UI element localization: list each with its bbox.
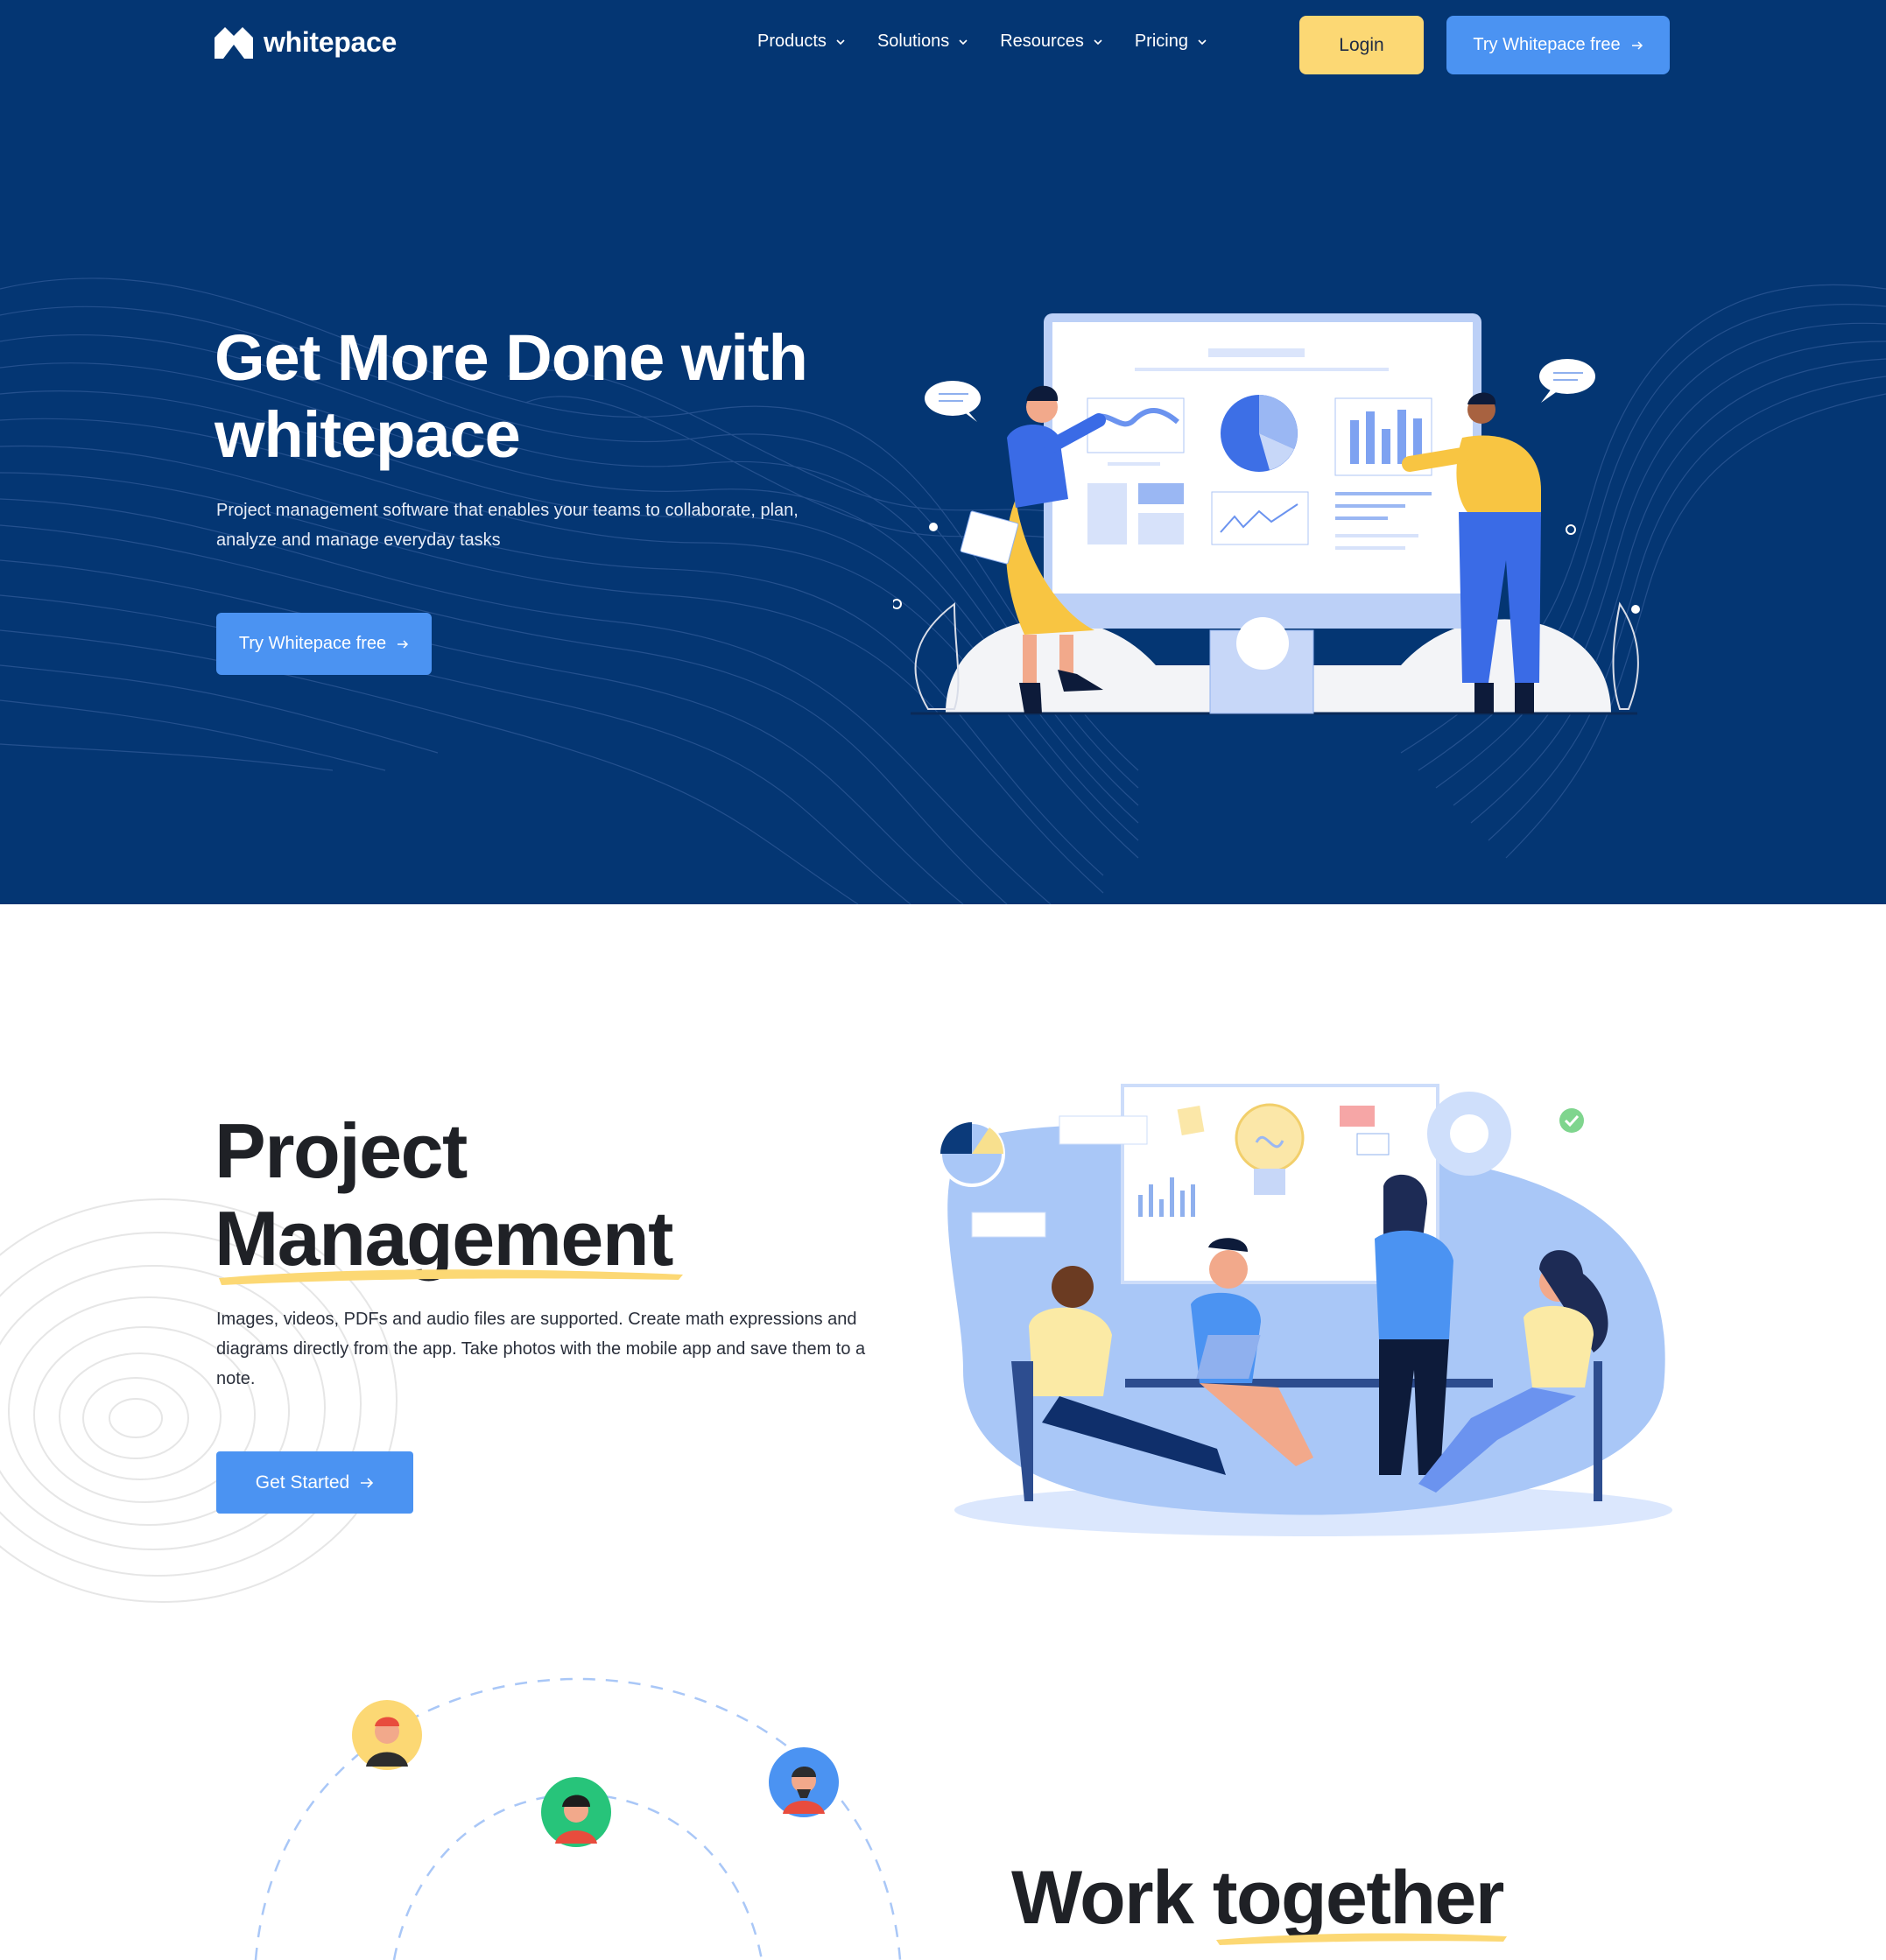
try-free-hero-button[interactable]: Try Whitepace free [216,613,432,675]
chevron-down-icon [1094,39,1102,45]
logo-icon [215,26,253,59]
chevron-down-icon [836,39,845,45]
get-started-label: Get Started [255,1472,350,1493]
nav-item-label: Resources [1000,32,1084,51]
nav-item-label: Solutions [876,32,950,51]
title-line-1: Project [215,1107,468,1194]
hero-subtitle: Project management software that enables… [216,501,799,550]
try-free-label: Try Whitepace free [238,634,387,653]
nav-item-products[interactable]: Products [757,32,846,52]
nav-item-resources[interactable]: Resources [1000,32,1103,52]
chevron-down-icon [959,39,968,45]
collaboration-orbit-graphic [254,1677,902,1960]
try-free-label: Try Whitepace free [1473,35,1621,54]
nav-item-pricing[interactable]: Pricing [1135,32,1207,52]
nav-item-solutions[interactable]: Solutions [877,32,968,52]
arrow-right-icon [361,1477,374,1488]
hero-title: Get More Done with whitepace [215,321,808,471]
project-management-description: Images, videos, PDFs and audio files are… [216,1310,866,1388]
team-meeting-illustration [939,1084,1672,1536]
nav-item-label: Pricing [1134,32,1188,51]
get-started-button[interactable]: Get Started [216,1451,413,1514]
hero-section: whitepace Products Solutions Resources P… [0,0,1886,904]
try-free-nav-button[interactable]: Try Whitepace free [1446,16,1670,74]
brand-name: whitepace [264,26,398,58]
top-navigation: whitepace Products Solutions Resources P… [0,0,1886,90]
chevron-down-icon [1198,39,1207,45]
project-management-title: Project Management [215,1107,827,1282]
nav-item-label: Products [757,32,827,51]
arrow-right-icon [1631,40,1643,50]
highlight-underline [219,1269,683,1285]
hero-illustration [893,313,1640,715]
login-button[interactable]: Login [1299,16,1424,74]
nav-menu: Products Solutions Resources Pricing [757,32,1239,52]
highlight-underline [1216,1933,1507,1945]
brand-logo[interactable]: whitepace [215,26,397,59]
arrow-right-icon [398,639,409,649]
